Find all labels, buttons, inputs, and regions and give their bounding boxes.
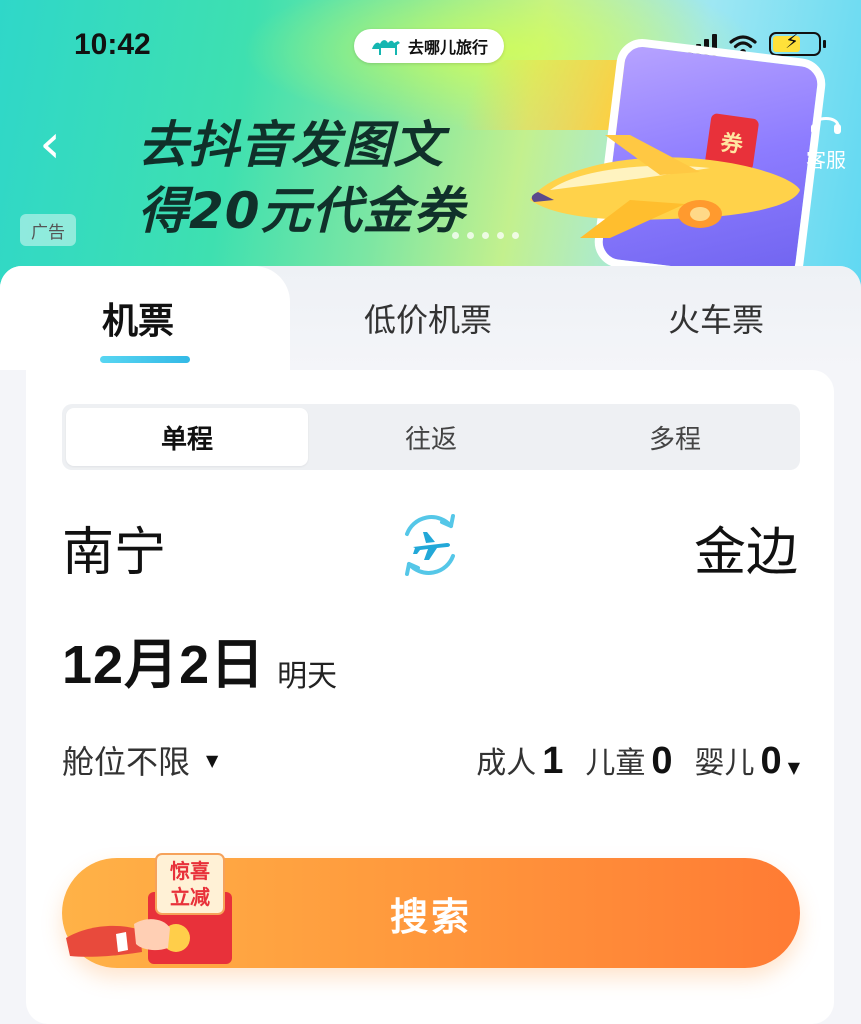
- swap-cities-icon[interactable]: [393, 508, 467, 582]
- departure-date[interactable]: 12月2日 明天: [62, 620, 337, 699]
- customer-service-label: 客服: [806, 148, 846, 172]
- red-envelope-sticker-icon: 惊喜 立减: [66, 853, 232, 964]
- infant-count: 0: [760, 739, 782, 782]
- infant-label: 婴儿: [694, 745, 755, 781]
- tab-flights[interactable]: 机票: [102, 296, 174, 342]
- adult-count: 1: [542, 739, 564, 782]
- arrival-city[interactable]: 金边: [694, 510, 798, 585]
- promo-headline: 去抖音发图文 得20元代金券: [138, 112, 465, 244]
- active-tab-indicator: [100, 356, 190, 363]
- sticker-line-2: 立减: [170, 885, 210, 909]
- ad-label: 广告: [20, 214, 76, 246]
- app-brand-name: 去哪儿旅行: [407, 38, 488, 57]
- adult-count-group: 成人 1: [476, 738, 563, 783]
- trip-multi-city[interactable]: 多程: [554, 408, 796, 466]
- category-tabs: 机票 低价机票 火车票: [0, 266, 861, 370]
- cabin-class-selector[interactable]: 舱位不限 ▼: [62, 737, 218, 783]
- cabin-class-label: 舱位不限: [62, 743, 191, 781]
- sticker-line-1: 惊喜: [170, 859, 210, 883]
- search-button-label: 搜索: [389, 894, 472, 939]
- departure-city[interactable]: 南宁: [62, 510, 166, 585]
- customer-service-button[interactable]: 客服: [796, 108, 856, 178]
- trip-one-way[interactable]: 单程: [66, 408, 308, 466]
- child-count-group: 儿童 0: [585, 738, 672, 783]
- promo-banner[interactable]: 10:42 去哪儿旅行 ⚡ ‹ 去抖音发图文 得20元代金券 广告 券 客服: [0, 0, 861, 300]
- camel-logo-icon: [371, 40, 400, 55]
- trip-round-trip[interactable]: 往返: [310, 408, 552, 466]
- adult-label: 成人: [476, 745, 537, 781]
- status-time: 10:42: [74, 28, 151, 61]
- back-chevron-icon[interactable]: ‹: [30, 116, 70, 172]
- tab-low-price-flights[interactable]: 低价机票: [364, 296, 492, 340]
- caret-down-icon: ▼: [787, 757, 800, 777]
- passenger-selector[interactable]: 成人 1 儿童 0 婴儿 0 ▼: [476, 738, 800, 783]
- search-options-row: 舱位不限 ▼ 成人 1 儿童 0 婴儿 0 ▼: [62, 738, 800, 782]
- child-count: 0: [651, 739, 673, 782]
- infant-count-group: 婴儿 0 ▼: [695, 738, 800, 783]
- carousel-dots: [452, 232, 519, 239]
- child-label: 儿童: [585, 745, 646, 781]
- date-relative-label: 明天: [277, 659, 338, 694]
- promo-line-1: 去抖音发图文: [138, 116, 444, 174]
- tab-trains[interactable]: 火车票: [668, 296, 764, 340]
- battery-charging-icon: ⚡: [769, 29, 826, 56]
- app-brand-pill: 去哪儿旅行: [354, 29, 504, 63]
- promo-line-2: 得20元代金券: [138, 182, 465, 240]
- airplane-illustration: [530, 135, 800, 238]
- headset-icon: [811, 117, 841, 134]
- trip-type-switch: 单程 往返 多程: [62, 404, 800, 470]
- date-value: 12月2日: [62, 635, 266, 695]
- caret-down-icon: ▼: [206, 750, 219, 770]
